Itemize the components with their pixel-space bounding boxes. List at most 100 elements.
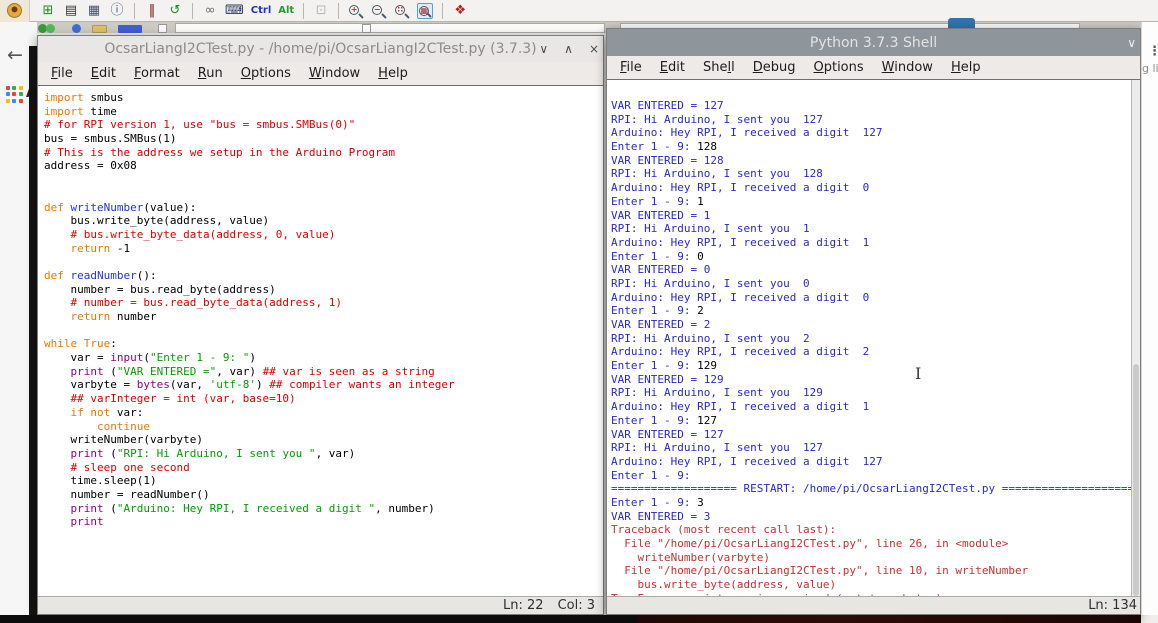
shell-line: TypeError: an integer is required (got t… xyxy=(611,592,1140,596)
file-transfer-icon[interactable]: ⊡ xyxy=(313,2,329,20)
menu-edit[interactable]: Edit xyxy=(82,66,125,81)
taskbar-window-button[interactable] xyxy=(175,23,605,33)
zoom-in-icon[interactable]: + xyxy=(348,3,364,19)
fullscreen-icon[interactable]: ❖ xyxy=(452,2,468,20)
grid-dot xyxy=(6,86,10,90)
grid-dot xyxy=(6,92,10,96)
back-arrow-icon[interactable]: ← xyxy=(7,46,23,65)
shell-line: RPI: Hi Arduino, I sent you 129 xyxy=(611,386,1140,400)
shell-line: VAR ENTERED = 127 xyxy=(611,99,1140,113)
toolbar-items: ⊞ ▤ ▦ ⓘ ‖ ↺ ∞ ⌨ Ctrl Alt ⊡ +−∷ ▦ ❖ xyxy=(30,0,468,22)
taskbar-terminal-icon[interactable] xyxy=(118,25,142,33)
code-line: bus.write_byte(address, value) xyxy=(44,214,603,228)
shell-line: =================== RESTART: /home/pi/Oc… xyxy=(611,482,1140,496)
grid-dot xyxy=(19,86,23,90)
shell-line: Enter 1 - 9: 2 xyxy=(611,304,1140,318)
shell-line: writeNumber(varbyte) xyxy=(611,551,1140,565)
code-line: print ("RPI: Hi Arduino, I sent you ", v… xyxy=(44,447,603,461)
editor-status-line: Ln: 22 xyxy=(503,598,544,613)
maximize-icon[interactable]: ∧ xyxy=(564,43,573,55)
code-line: # bus.write_byte_data(address, 0, value) xyxy=(44,228,603,242)
zoom-100-icon[interactable]: ∷ xyxy=(394,3,410,19)
connection-options-icon[interactable]: ▦ xyxy=(86,2,102,20)
menu-shell[interactable]: Shell xyxy=(694,60,744,75)
code-line: print xyxy=(44,515,603,529)
editor-status-col: Col: 3 xyxy=(558,598,595,613)
shell-text-wrap: VAR ENTERED = 127 RPI: Hi Arduino, I sent… xyxy=(607,80,1140,596)
chevron-down-icon[interactable]: ∨ xyxy=(1127,37,1136,49)
save-session-icon[interactable]: ▤ xyxy=(63,2,79,20)
menu-format[interactable]: Format xyxy=(125,66,189,81)
code-line: ## varInteger = int (var, base=10) xyxy=(44,392,603,406)
menu-help[interactable]: Help xyxy=(369,66,417,81)
shell-line: Arduino: Hey RPI, I received a digit 127 xyxy=(611,455,1140,469)
background-right-panel: ⋮ g lis xyxy=(1141,22,1158,615)
editor-text-area[interactable]: import smbusimport time# for RPI version… xyxy=(38,86,603,596)
menu-options[interactable]: Options xyxy=(804,60,872,75)
vnc-logo-icon xyxy=(7,3,22,18)
editor-titlebar[interactable]: OcsarLiangI2CTest.py - /home/pi/OcsarLia… xyxy=(38,36,603,62)
code-line: if not var: xyxy=(44,406,603,420)
connection-info-icon[interactable]: ⓘ xyxy=(109,2,125,20)
menu-file[interactable]: File xyxy=(611,60,651,75)
code-line: time.sleep(1) xyxy=(44,474,603,488)
background-partial-text: g lis xyxy=(1142,62,1158,75)
shell-line: Enter 1 - 9: 1 xyxy=(611,195,1140,209)
auto-zoom-icon[interactable]: ▦ xyxy=(417,3,433,19)
code-line xyxy=(44,324,603,338)
menu-debug[interactable]: Debug xyxy=(744,60,805,75)
toolbar-separator xyxy=(442,3,443,19)
code-line: # number = bus.read_byte_data(address, 1… xyxy=(44,296,603,310)
shell-titlebar[interactable]: Python 3.7.3 Shell ∨ xyxy=(607,29,1140,56)
code-line: while True: xyxy=(44,337,603,351)
pause-icon[interactable]: ‖ xyxy=(144,2,160,20)
code-line: number = bus.read_byte(address) xyxy=(44,283,603,297)
new-connection-icon[interactable]: ⊞ xyxy=(40,2,56,20)
zoom-out-icon[interactable]: − xyxy=(371,3,387,19)
menu-window[interactable]: Window xyxy=(300,66,369,81)
code-line: writeNumber(varbyte) xyxy=(44,433,603,447)
shell-scrollbar[interactable] xyxy=(1131,80,1140,596)
menu-window[interactable]: Window xyxy=(873,60,942,75)
shell-line: RPI: Hi Arduino, I sent you 128 xyxy=(611,167,1140,181)
taskbar-doc-icon[interactable] xyxy=(158,24,167,33)
taskbar-app-icon[interactable] xyxy=(46,24,55,33)
ctrl-key-button[interactable]: Ctrl xyxy=(251,2,271,20)
close-icon[interactable]: × xyxy=(589,43,599,55)
shell-status-line: Ln: 134 xyxy=(1088,598,1137,613)
code-line: var = input("Enter 1 - 9: ") xyxy=(44,351,603,365)
editor-window: OcsarLiangI2CTest.py - /home/pi/OcsarLia… xyxy=(37,35,604,615)
shell-line: VAR ENTERED = 127 xyxy=(611,428,1140,442)
shell-text-area[interactable]: VAR ENTERED = 127 RPI: Hi Arduino, I sent… xyxy=(607,99,1140,596)
taskbar-browser-icon[interactable] xyxy=(72,24,81,33)
code-line: # for RPI version 1, use "bus = smbus.SM… xyxy=(44,118,603,132)
send-keys-icon[interactable]: ∞ xyxy=(202,2,218,20)
menu-edit[interactable]: Edit xyxy=(651,60,694,75)
shell-line: File "/home/pi/OcsarLiangI2CTest.py", li… xyxy=(611,537,1140,551)
refresh-icon[interactable]: ↺ xyxy=(167,2,183,20)
grid-dot xyxy=(19,99,23,103)
alt-key-button[interactable]: Alt xyxy=(278,2,294,20)
apps-grid-icon[interactable] xyxy=(6,86,23,103)
shell-scrollbar-thumb[interactable] xyxy=(1133,364,1139,596)
vnc-logo-wrap xyxy=(0,0,30,22)
taskbar-doc-icon[interactable] xyxy=(362,24,371,33)
shell-line: Traceback (most recent call last): xyxy=(611,523,1140,537)
menu-run[interactable]: Run xyxy=(189,66,232,81)
taskbar-filemanager-icon[interactable] xyxy=(92,25,107,33)
minimize-icon[interactable]: ∨ xyxy=(539,43,548,55)
code-line: return -1 xyxy=(44,242,603,256)
keyboard-icon[interactable]: ⌨ xyxy=(225,2,244,20)
menu-file[interactable]: File xyxy=(42,66,82,81)
menu-options[interactable]: Options xyxy=(232,66,300,81)
shell-line: Arduino: Hey RPI, I received a digit 127 xyxy=(611,126,1140,140)
toolbar-separator xyxy=(303,3,304,19)
code-line: import time xyxy=(44,105,603,119)
shell-line: Enter 1 - 9: 3 xyxy=(611,496,1140,510)
menu-help[interactable]: Help xyxy=(942,60,990,75)
code-line: continue xyxy=(44,420,603,434)
shell-line: VAR ENTERED = 1 xyxy=(611,209,1140,223)
overflow-menu-icon[interactable]: ⋮ xyxy=(1148,44,1158,59)
grid-dot xyxy=(12,92,16,96)
mouse-cursor-ibeam: I xyxy=(915,364,921,383)
